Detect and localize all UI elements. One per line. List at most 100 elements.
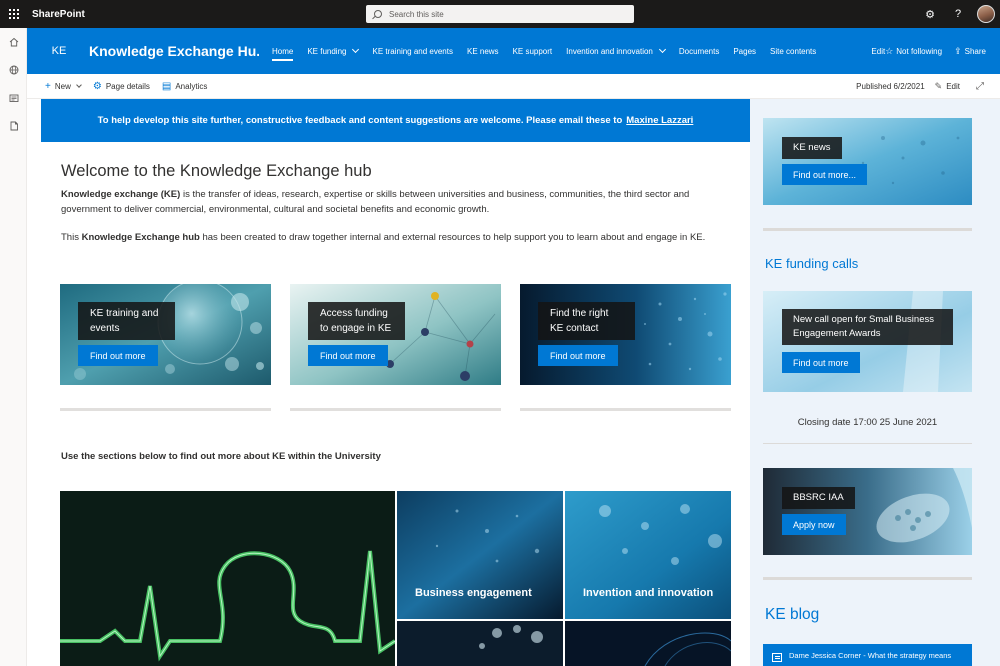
sections-grid: Business engagement Invention and innova…: [60, 491, 731, 666]
chevron-down-icon: [352, 45, 360, 54]
nav-site-contents[interactable]: Site contents: [770, 28, 816, 74]
nav-ke-news[interactable]: KE news: [467, 28, 499, 74]
star-icon: ☆: [885, 45, 894, 56]
feedback-banner: To help develop this site further, const…: [41, 99, 750, 142]
rail-news-button[interactable]: [0, 84, 27, 112]
divider: [290, 408, 501, 411]
section-tile-3[interactable]: [397, 621, 563, 666]
share-label: Share: [964, 46, 986, 56]
settings-icon[interactable]: ⚙: [916, 0, 944, 28]
find-out-more-button[interactable]: Find out more: [538, 345, 618, 366]
nav-home[interactable]: Home: [272, 28, 294, 74]
nav-ke-training-events[interactable]: KE training and events: [372, 28, 453, 74]
tile-ke-training[interactable]: KE training and events Find out more: [60, 284, 271, 385]
card-title: BBSRC IAA: [782, 487, 855, 509]
divider: [763, 443, 972, 444]
site-header: KE Knowledge Exchange Hu... Home KE fund…: [27, 28, 1000, 74]
section-business-engagement[interactable]: Business engagement: [397, 491, 563, 619]
bokeh-image: [565, 491, 731, 619]
expand-icon[interactable]: ⤢: [976, 81, 984, 92]
section-label: Business engagement: [415, 587, 532, 599]
blog-item[interactable]: Dame Jessica Corner - What the strategy …: [763, 644, 972, 666]
new-button[interactable]: + New: [45, 80, 82, 92]
globe-icon: [9, 65, 18, 75]
divider: [60, 408, 271, 411]
divider: [520, 408, 731, 411]
nav-edit-button[interactable]: Edit: [871, 47, 885, 56]
blog-item-title: Dame Jessica Corner - What the strategy …: [789, 650, 952, 660]
site-logo[interactable]: KE: [45, 45, 73, 57]
tile-title: Access funding to engage in KE: [308, 302, 405, 340]
divider: [763, 577, 972, 580]
nav-label: KE support: [512, 46, 553, 56]
page-details-label: Page details: [105, 81, 150, 91]
nav-label: Documents: [678, 46, 720, 56]
news-icon: [9, 94, 18, 102]
analytics-label: Analytics: [175, 81, 208, 91]
nav-documents[interactable]: Documents: [679, 28, 719, 74]
lights-image: [397, 621, 563, 666]
ke-news-card[interactable]: KE news Find out more...: [763, 118, 972, 205]
closing-date: Closing date 17:00 25 June 2021: [797, 417, 938, 428]
published-date: Published 6/2/2021: [856, 82, 925, 91]
banner-email-link[interactable]: Maxine Lazzari: [626, 115, 693, 126]
new-label: New: [54, 81, 71, 91]
find-out-more-button[interactable]: Find out more...: [782, 164, 868, 185]
section-label: Invention and innovation: [583, 587, 714, 599]
funding-call-card[interactable]: New call open for Small Business Engagem…: [763, 291, 972, 392]
rail-home-button[interactable]: [0, 28, 27, 56]
edit-label: Edit: [946, 82, 960, 91]
nav-ke-support[interactable]: KE support: [513, 28, 553, 74]
nav-pages[interactable]: Pages: [733, 28, 756, 74]
blog-heading: KE blog: [765, 606, 820, 623]
find-out-more-button[interactable]: Find out more: [78, 345, 158, 366]
section-tile-4[interactable]: [565, 621, 731, 666]
edit-page-button[interactable]: ✎ Edit: [935, 81, 960, 92]
site-title[interactable]: Knowledge Exchange Hu...: [89, 43, 259, 59]
share-icon: ⇪: [954, 45, 962, 56]
follow-button[interactable]: ☆ Not following: [885, 46, 942, 57]
rail-files-button[interactable]: [0, 112, 27, 140]
nav-label: Site contents: [770, 46, 817, 56]
analytics-icon: ▤: [161, 80, 172, 92]
nav-ke-funding[interactable]: KE funding: [307, 28, 360, 74]
tile-access-funding[interactable]: Access funding to engage in KE Find out …: [290, 284, 501, 385]
tile-title: Find the right KE contact: [538, 302, 635, 340]
avatar: [977, 5, 995, 23]
find-out-more-button[interactable]: Find out more: [308, 345, 388, 366]
help-icon[interactable]: ?: [944, 0, 972, 28]
funding-calls-heading: KE funding calls: [765, 256, 859, 271]
share-button[interactable]: ⇪ Share: [954, 46, 986, 57]
analytics-button[interactable]: ▤ Analytics: [162, 81, 207, 92]
document-icon: [10, 121, 18, 131]
apply-now-button[interactable]: Apply now: [782, 514, 846, 535]
find-out-more-button[interactable]: Find out more: [782, 352, 860, 373]
plus-icon: +: [45, 80, 51, 92]
search-placeholder: Search this site: [389, 9, 444, 19]
tile-find-contact[interactable]: Find the right KE contact Find out more: [520, 284, 731, 385]
heartbeat-image: [60, 491, 395, 666]
site-navigation: Home KE funding KE training and events K…: [272, 28, 830, 74]
sections-intro: Use the sections below to find out more …: [61, 451, 381, 462]
rail-sites-button[interactable]: [0, 56, 27, 84]
gear-icon: ⚙: [92, 80, 102, 92]
search-box[interactable]: Search this site: [366, 5, 634, 23]
page-details-button[interactable]: ⚙ Page details: [93, 81, 150, 92]
nav-invention-innovation[interactable]: Invention and innovation: [566, 28, 666, 74]
follow-label: Not following: [896, 46, 943, 56]
pencil-icon: ✎: [934, 81, 943, 91]
hub-paragraph: This Knowledge Exchange hub has been cre…: [61, 230, 736, 245]
nav-label: Invention and innovation: [566, 46, 653, 56]
account-button[interactable]: [972, 0, 1000, 28]
bbsrc-card[interactable]: BBSRC IAA Apply now: [763, 468, 972, 555]
right-sidebar: KE news Find out more... KE funding call…: [750, 99, 1000, 666]
app-launcher-button[interactable]: [0, 0, 28, 28]
suite-bar: SharePoint Search this site ⚙ ?: [0, 0, 1000, 28]
card-title: New call open for Small Business Engagem…: [782, 309, 953, 345]
section-invention-innovation[interactable]: Invention and innovation: [565, 491, 731, 619]
nav-label: Pages: [733, 46, 757, 56]
hub-text: has been created to draw together intern…: [199, 232, 706, 243]
section-large-tile[interactable]: [60, 491, 395, 666]
chevron-down-icon: [658, 45, 666, 54]
suite-brand[interactable]: SharePoint: [32, 9, 85, 20]
